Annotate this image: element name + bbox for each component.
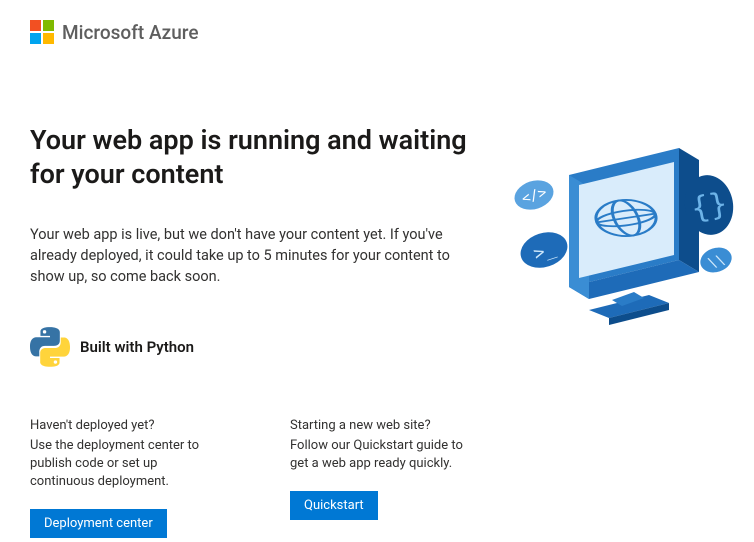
page-title: Your web app is running and waiting for … — [30, 124, 470, 192]
quickstart-button[interactable]: Quickstart — [290, 491, 378, 520]
brand-name: Microsoft Azure — [62, 21, 199, 44]
deploy-column: Haven't deployed yet? Use the deployment… — [30, 417, 210, 539]
svg-text:{}: {} — [688, 186, 730, 227]
header: Microsoft Azure — [30, 20, 724, 44]
python-icon — [30, 327, 70, 367]
built-with-label: Built with Python — [80, 338, 194, 356]
deploy-title: Haven't deployed yet? — [30, 417, 210, 435]
left-column: Your web app is running and waiting for … — [30, 124, 470, 538]
deploy-body: Use the deployment center to publish cod… — [30, 437, 210, 492]
deployment-center-button[interactable]: Deployment center — [30, 509, 167, 538]
quickstart-body: Follow our Quickstart guide to get a web… — [290, 437, 470, 473]
quickstart-column: Starting a new web site? Follow our Quic… — [290, 417, 470, 539]
azure-illustration-icon: </> >_ {} \\ — [494, 140, 744, 340]
microsoft-logo-icon — [30, 20, 54, 44]
help-columns: Haven't deployed yet? Use the deployment… — [30, 417, 470, 539]
description-text: Your web app is live, but we don't have … — [30, 224, 450, 287]
built-with-row: Built with Python — [30, 327, 470, 367]
quickstart-title: Starting a new web site? — [290, 417, 470, 435]
